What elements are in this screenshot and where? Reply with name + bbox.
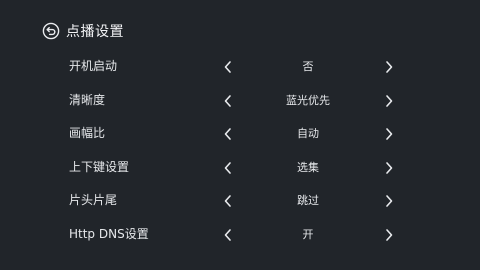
chevron-right-icon[interactable]: [383, 228, 395, 242]
setting-value: 开: [302, 227, 314, 241]
chevron-left-icon[interactable]: [222, 228, 234, 242]
chevron-right-icon[interactable]: [383, 94, 395, 108]
setting-label: 上下键设置: [69, 159, 130, 174]
setting-value: 跳过: [297, 194, 319, 208]
chevron-left-icon[interactable]: [222, 60, 234, 74]
setting-label: 画幅比: [69, 126, 106, 141]
setting-row-resolution[interactable]: 清晰度 蓝光优先: [0, 84, 480, 118]
setting-row-intro-outro[interactable]: 片头片尾 跳过: [0, 184, 480, 218]
chevron-right-icon[interactable]: [383, 194, 395, 208]
back-icon[interactable]: [42, 22, 60, 40]
setting-label: Http DNS设置: [69, 226, 149, 241]
setting-value: 自动: [297, 127, 319, 141]
chevron-left-icon[interactable]: [222, 194, 234, 208]
setting-row-aspect-ratio[interactable]: 画幅比 自动: [0, 117, 480, 151]
chevron-left-icon[interactable]: [222, 161, 234, 175]
setting-value: 否: [302, 60, 314, 73]
setting-row-updown-keys[interactable]: 上下键设置 选集: [0, 151, 480, 185]
chevron-right-icon[interactable]: [383, 161, 395, 175]
setting-value: 蓝光优先: [286, 93, 330, 107]
settings-list: 开机启动 否 清晰度 蓝光优先 画幅比 自动 上下键设置 选集 片头片尾 跳过 …: [0, 50, 480, 252]
chevron-left-icon[interactable]: [222, 127, 234, 141]
chevron-right-icon[interactable]: [383, 60, 395, 74]
chevron-right-icon[interactable]: [383, 127, 395, 141]
page-header: 点播设置: [42, 20, 124, 42]
setting-label: 清晰度: [69, 92, 106, 107]
setting-value: 选集: [297, 160, 319, 174]
setting-label: 片头片尾: [69, 193, 118, 208]
setting-row-http-dns[interactable]: Http DNS设置 开: [0, 218, 480, 252]
page-title: 点播设置: [66, 24, 124, 40]
chevron-left-icon[interactable]: [222, 94, 234, 108]
setting-row-boot-start[interactable]: 开机启动 否: [0, 50, 480, 84]
setting-label: 开机启动: [69, 59, 118, 73]
